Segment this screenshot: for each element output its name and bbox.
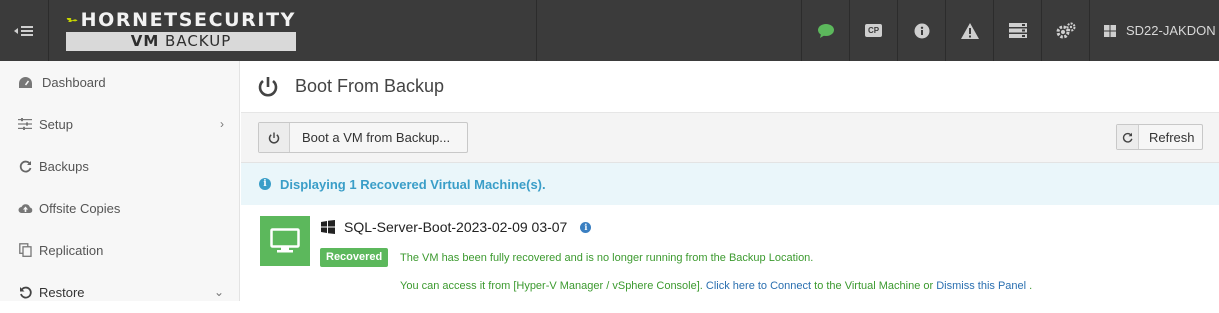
cp-icon: CP	[864, 24, 883, 37]
chevron-right-icon: ›	[220, 117, 224, 131]
refresh-icon	[1117, 125, 1139, 149]
refresh-icon	[17, 158, 33, 174]
menu-toggle-button[interactable]	[0, 0, 49, 61]
power-icon	[259, 123, 290, 152]
server-list-icon	[1008, 23, 1027, 38]
hornet-logo-icon	[66, 18, 78, 22]
vm-monitor-thumbnail	[260, 216, 310, 266]
info-icon	[914, 23, 929, 38]
sidebar-item-offsite-copies[interactable]: Offsite Copies	[0, 187, 239, 229]
brand-name: HORNETSECURITY	[80, 9, 296, 31]
brand-logo[interactable]: HORNETSECURITY VM BACKUP	[66, 9, 296, 51]
settings-icon	[1056, 22, 1075, 38]
sidebar-item-replication[interactable]: Replication	[0, 229, 239, 271]
status-badge: Recovered	[320, 248, 389, 267]
user-menu[interactable]: SD22-JAKDON	[1089, 0, 1219, 61]
chevron-down-icon: ⌄	[213, 285, 224, 299]
divider	[536, 0, 537, 61]
toolbar: Boot a VM from Backup... Refresh	[241, 113, 1219, 163]
vm-access-message: You can access it from [Hyper-V Manager …	[400, 280, 1033, 292]
info-icon: i	[259, 178, 271, 190]
sidebar-item-label: Dashboard	[42, 74, 106, 90]
collapse-menu-icon	[14, 25, 33, 36]
cloud-upload-icon	[17, 200, 33, 216]
top-bar: HORNETSECURITY VM BACKUP CP SD22-JAKDON	[0, 0, 1219, 61]
connect-link[interactable]: Click here to Connect	[706, 280, 811, 292]
warning-icon	[960, 22, 979, 39]
sidebar-item-label: Setup	[39, 116, 73, 132]
vm-card: SQL-Server-Boot-2023-02-09 03-07 i Recov…	[241, 205, 1219, 301]
windows-icon	[1104, 24, 1116, 37]
refresh-label: Refresh	[1149, 129, 1195, 145]
product-name: VM BACKUP	[66, 32, 296, 51]
chat-button[interactable]	[801, 0, 849, 61]
vm-title-row: SQL-Server-Boot-2023-02-09 03-07 i	[321, 219, 592, 235]
sidebar-item-setup[interactable]: Setup ›	[0, 103, 239, 145]
refresh-button[interactable]: Refresh	[1116, 124, 1203, 150]
dismiss-panel-link[interactable]: Dismiss this Panel	[936, 280, 1026, 292]
vm-name: SQL-Server-Boot-2023-02-09 03-07	[344, 219, 568, 235]
sidebar-item-label: Offsite Copies	[39, 200, 121, 216]
undo-icon	[17, 284, 33, 300]
sidebar: Dashboard Setup › Backups Offsite Copies…	[0, 61, 240, 301]
settings-button[interactable]	[1041, 0, 1089, 61]
top-icons: CP SD22-JAKDON	[801, 0, 1219, 61]
info-button[interactable]	[897, 0, 945, 61]
power-icon	[258, 76, 278, 96]
sidebar-item-backups[interactable]: Backups	[0, 145, 239, 187]
chat-icon	[817, 23, 834, 38]
sidebar-item-label: Backups	[39, 158, 89, 174]
sidebar-item-label: Restore	[39, 284, 85, 300]
user-name: SD22-JAKDON	[1126, 23, 1216, 38]
page-title: Boot From Backup	[295, 76, 445, 96]
dashboard-icon	[17, 74, 33, 90]
vm-status-message: The VM has been fully recovered and is n…	[400, 252, 814, 264]
main-content: Boot From Backup Boot a VM from Backup..…	[241, 61, 1219, 301]
sidebar-item-dashboard[interactable]: Dashboard	[0, 61, 239, 103]
monitor-icon	[270, 228, 300, 253]
alerts-button[interactable]	[945, 0, 993, 61]
cp-button[interactable]: CP	[849, 0, 897, 61]
boot-vm-button[interactable]: Boot a VM from Backup...	[258, 122, 468, 153]
windows-icon	[321, 220, 335, 234]
info-text: Displaying 1 Recovered Virtual Machine(s…	[280, 176, 546, 192]
sliders-icon	[17, 116, 33, 132]
sidebar-item-label: Replication	[39, 242, 104, 258]
info-banner: i Displaying 1 Recovered Virtual Machine…	[241, 163, 1219, 205]
servers-button[interactable]	[993, 0, 1041, 61]
sidebar-item-restore[interactable]: Restore ⌄	[0, 271, 239, 313]
boot-vm-label: Boot a VM from Backup...	[302, 130, 451, 145]
vm-details-info-icon[interactable]: i	[580, 221, 592, 233]
copy-icon	[17, 242, 33, 258]
page-header: Boot From Backup	[241, 61, 1219, 113]
